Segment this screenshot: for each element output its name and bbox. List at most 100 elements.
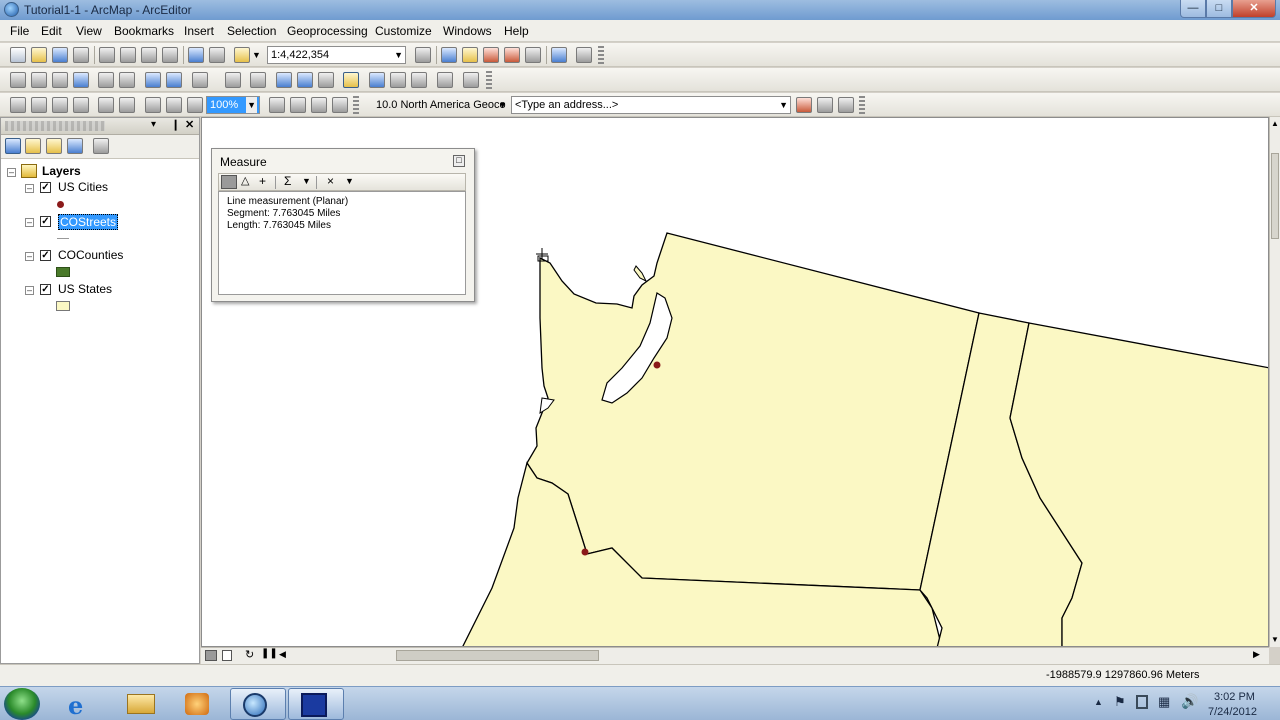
find-binoculars-icon[interactable] [369, 72, 385, 88]
geocode-addresses-icon[interactable] [817, 97, 833, 113]
vertical-scrollbar[interactable]: ▲ ▼ [1269, 117, 1280, 647]
sum-icon[interactable]: Σ [284, 174, 291, 188]
layer-name-costreets[interactable]: COStreets [58, 214, 119, 230]
pause-drawing-icon[interactable]: ❚❚ [261, 648, 278, 659]
scroll-left-icon[interactable]: ◀ [279, 649, 286, 660]
hyperlink-icon[interactable] [297, 72, 313, 88]
pin-icon[interactable]: ❙ [171, 118, 180, 131]
menu-insert[interactable]: Insert [184, 24, 214, 38]
delete-icon[interactable] [162, 47, 178, 63]
layer-name-us-cities[interactable]: US Cities [58, 180, 108, 194]
open-folder-icon[interactable] [31, 47, 47, 63]
editor-toolbar-icon[interactable] [415, 47, 431, 63]
layer-visibility-checkbox[interactable]: ✓ [40, 216, 51, 227]
paste-icon[interactable] [141, 47, 157, 63]
go-forward-extent-icon[interactable] [187, 97, 203, 113]
chevron-down-icon[interactable]: ▼ [302, 176, 311, 186]
find-route-icon[interactable] [390, 72, 406, 88]
volume-icon[interactable]: 🔊 [1181, 693, 1198, 710]
cut-icon[interactable] [99, 47, 115, 63]
measure-close-button[interactable]: □ [453, 155, 465, 167]
go-to-xy-icon[interactable] [411, 72, 427, 88]
undo-icon[interactable] [188, 47, 204, 63]
layer-visibility-checkbox[interactable]: ✓ [40, 182, 51, 193]
list-by-source-icon[interactable] [25, 138, 41, 154]
layout-zoom-out-icon[interactable] [31, 97, 47, 113]
collapse-layer-icon[interactable]: – [25, 286, 34, 295]
new-document-icon[interactable] [10, 47, 26, 63]
toolbar-grip[interactable] [859, 96, 865, 114]
refresh-icon[interactable]: ↻ [245, 648, 254, 661]
copy-icon[interactable] [120, 47, 136, 63]
forward-arrow-icon[interactable] [166, 72, 182, 88]
zoom-whole-page-icon[interactable] [73, 97, 89, 113]
zoom-percent-combo[interactable]: 100% ▼ [206, 96, 260, 114]
time-slider-icon[interactable] [437, 72, 453, 88]
clear-measure-icon[interactable]: × [327, 174, 334, 188]
explorer-taskbar-button[interactable] [113, 688, 169, 720]
html-popup-icon[interactable] [318, 72, 334, 88]
catalog-icon[interactable] [462, 47, 478, 63]
clear-selection-icon[interactable] [225, 72, 241, 88]
fixed-zoom-in-layout-icon[interactable] [119, 97, 135, 113]
measure-window[interactable]: Measure □ △ + Σ ▼ × ▼ Line measurement (… [211, 148, 475, 302]
maximize-button[interactable]: □ [1206, 0, 1232, 18]
pan-hand-icon[interactable] [52, 72, 68, 88]
redo-icon[interactable] [209, 47, 225, 63]
media-player-taskbar-button[interactable] [171, 688, 227, 720]
scroll-up-icon[interactable]: ▲ [1271, 119, 1279, 128]
menu-view[interactable]: View [76, 24, 102, 38]
layer-name-cocounties[interactable]: COCounties [58, 248, 123, 262]
scale-combo[interactable]: 1:4,422,354 ▼ [267, 46, 406, 64]
toc-options-icon[interactable] [93, 138, 109, 154]
go-back-extent-icon[interactable] [166, 97, 182, 113]
scroll-down-icon[interactable]: ▼ [1271, 635, 1279, 644]
zoom-out-icon[interactable] [31, 72, 47, 88]
list-by-drawing-order-icon[interactable] [5, 138, 21, 154]
address-input[interactable]: <Type an address...> ▼ [511, 96, 791, 114]
show-hidden-icons-icon[interactable]: ▲ [1094, 697, 1103, 707]
internet-explorer-taskbar-button[interactable]: e [54, 688, 110, 720]
layers-root-label[interactable]: Layers [42, 164, 81, 178]
measure-feature-icon[interactable]: + [259, 174, 266, 188]
find-address-icon[interactable] [796, 97, 812, 113]
data-view-icon[interactable] [205, 650, 217, 661]
layer-visibility-checkbox[interactable]: ✓ [40, 284, 51, 295]
horizontal-scroll-thumb[interactable] [396, 650, 599, 661]
dropdown-icon[interactable]: ▾ [151, 119, 156, 130]
layout-zoom-in-icon[interactable] [10, 97, 26, 113]
collapse-layer-icon[interactable]: – [25, 218, 34, 227]
layer-name-us-states[interactable]: US States [58, 282, 112, 296]
menu-customize[interactable]: Customize [375, 24, 432, 38]
flag-icon[interactable]: ⚑ [1114, 694, 1126, 710]
focus-data-frame-icon[interactable] [290, 97, 306, 113]
close-button[interactable]: ✕ [1232, 0, 1276, 18]
add-data-icon[interactable] [234, 47, 250, 63]
chevron-down-icon[interactable]: ▼ [252, 50, 261, 60]
menu-edit[interactable]: Edit [41, 24, 62, 38]
collapse-layers-icon[interactable]: – [7, 168, 16, 177]
toolbar-grip[interactable] [486, 71, 492, 89]
identify-icon[interactable] [276, 72, 292, 88]
data-driven-pages-icon[interactable] [332, 97, 348, 113]
toolbar-grip[interactable] [353, 96, 359, 114]
back-arrow-icon[interactable] [145, 72, 161, 88]
measure-area-icon[interactable]: △ [241, 174, 249, 187]
measure-tool-icon[interactable] [343, 72, 359, 88]
save-icon[interactable] [52, 47, 68, 63]
layer-visibility-checkbox[interactable]: ✓ [40, 250, 51, 261]
device-icon[interactable] [1136, 695, 1148, 709]
menu-bookmarks[interactable]: Bookmarks [114, 24, 174, 38]
review-rematch-icon[interactable] [838, 97, 854, 113]
menu-selection[interactable]: Selection [227, 24, 276, 38]
fixed-zoom-out-layout-icon[interactable] [145, 97, 161, 113]
zoom-in-icon[interactable] [10, 72, 26, 88]
vertical-scroll-thumb[interactable] [1271, 153, 1279, 239]
fixed-zoom-in-icon[interactable] [98, 72, 114, 88]
layout-view-icon[interactable] [222, 650, 232, 661]
toolbar-grip[interactable] [598, 46, 604, 64]
table-of-contents-icon[interactable] [441, 47, 457, 63]
close-icon[interactable]: ✕ [185, 118, 194, 131]
layout-pan-icon[interactable] [52, 97, 68, 113]
collapse-layer-icon[interactable]: – [25, 252, 34, 261]
